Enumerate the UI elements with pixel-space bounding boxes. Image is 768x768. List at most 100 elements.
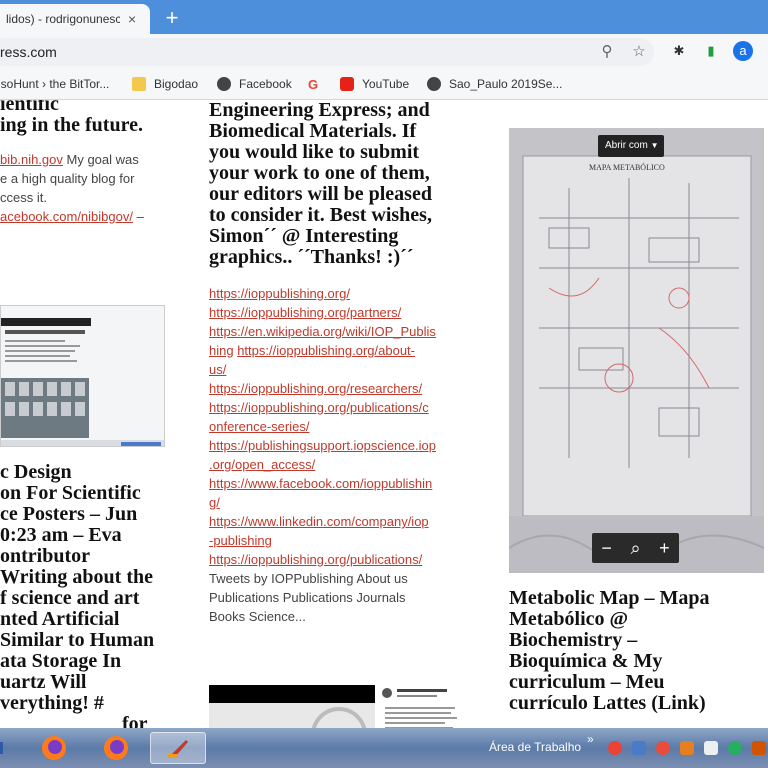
account-icon[interactable]: a <box>733 41 753 61</box>
title-line: currículo Lattes (Link) <box>509 692 706 714</box>
publications-link[interactable]: https://ioppublishing.org/publications/ <box>209 552 422 567</box>
arrow-tray-icon[interactable] <box>704 741 718 755</box>
google-icon: G <box>308 77 319 92</box>
text-line: Engineering Express; and <box>209 100 430 121</box>
wikipedia-link-cont[interactable]: hing <box>209 343 234 358</box>
page-content: ientific ing in the future. bib.nih.gov … <box>0 100 768 728</box>
facebook-iop-link-cont[interactable]: g/ <box>209 495 220 510</box>
comment-text: Engineering Express; and Biomedical Mate… <box>209 100 432 268</box>
bookmark-star-icon[interactable]: ☆ <box>630 43 648 61</box>
title-line: verything! # <box>0 692 104 714</box>
url-text: ress.com <box>0 44 57 60</box>
facebook-link[interactable]: acebook.com/nibibgov/ <box>0 209 133 224</box>
globe-icon <box>217 77 231 91</box>
app-tray-icon[interactable] <box>680 741 694 755</box>
post-thumbnail-bottom[interactable] <box>209 685 467 728</box>
facebook-iop-link[interactable]: https://www.facebook.com/ioppublishin <box>209 476 432 491</box>
article-title-left[interactable]: c Design on For Scientific ce Posters – … <box>0 462 168 714</box>
map-heading: MAPA METABÓLICO <box>589 162 665 172</box>
wikipedia-link[interactable]: https://en.wikipedia.org/wiki/IOP_Publis <box>209 324 436 339</box>
extension-icon[interactable]: ✱ <box>669 41 689 61</box>
signal-bars-icon[interactable]: ▮ <box>701 41 721 61</box>
post-title-fragment[interactable]: ientific ing in the future. <box>0 100 143 136</box>
title-line: Metabolic Map – Mapa <box>509 587 710 609</box>
bookmark-isohunt[interactable]: isoHunt › the BitTor... <box>0 77 109 91</box>
title-line: ing in the future. <box>0 114 143 136</box>
about-us-link-cont[interactable]: us/ <box>209 362 226 377</box>
linkedin-link-cont[interactable]: -publishing <box>209 533 272 548</box>
zoom-out-button[interactable]: − <box>601 538 612 559</box>
link-list: https://ioppublishing.org/ https://ioppu… <box>209 284 467 626</box>
title-line: on For Scientific <box>0 482 141 504</box>
title-line: ata Storage In <box>0 650 122 672</box>
bookmark-label: Bigodao <box>154 77 199 91</box>
post-thumbnail[interactable] <box>0 305 165 447</box>
title-line: 0:23 am – Eva <box>0 524 122 546</box>
post-excerpt: bib.nih.gov My goal was e a high quality… <box>0 150 168 226</box>
tab-close-icon[interactable]: × <box>128 11 136 27</box>
windows-icon[interactable] <box>0 732 8 764</box>
tab-strip: lidos) - rodrigonunesc × + <box>0 0 768 34</box>
zoom-search-icon[interactable]: ⌕ <box>630 538 640 559</box>
title-line: uartz Will <box>0 671 87 693</box>
ioppublishing-link[interactable]: https://ioppublishing.org/ <box>209 286 350 301</box>
open-access-link[interactable]: https://publishingsupport.iopscience.iop <box>209 438 436 453</box>
body-text-line: Books Science... <box>209 609 306 624</box>
about-us-link[interactable]: https://ioppublishing.org/about- <box>237 343 415 358</box>
zoom-in-button[interactable]: + <box>659 538 670 559</box>
metabolic-map-photo: MAPA METABÓLICO <box>509 128 764 573</box>
title-line: nted Artificial <box>0 608 120 630</box>
open-access-link-cont[interactable]: .org/open_access/ <box>209 457 315 472</box>
text-line: graphics.. ´´Thanks! :)´´ <box>209 246 414 268</box>
screenshot-thumbnail-image <box>1 306 164 446</box>
firefox-icon[interactable] <box>34 732 74 764</box>
excerpt-text: My goal was <box>62 152 139 167</box>
ccleaner-icon[interactable] <box>150 732 206 764</box>
bookmark-bigodao[interactable]: Bigodao <box>132 77 198 91</box>
windows-taskbar: Área de Trabalho » <box>0 728 768 768</box>
metabolic-map-image[interactable]: MAPA METABÓLICO Abrir com ▼ − ⌕ + <box>509 128 764 573</box>
bookmark-sao-paulo[interactable]: Sao_Paulo 2019Se... <box>427 77 562 91</box>
bookmark-label: Sao_Paulo 2019Se... <box>449 77 563 91</box>
text-line: to consider it. Best wishes, <box>209 204 432 226</box>
omnibox[interactable]: ress.com ⚲ ☆ <box>0 38 654 66</box>
bookmark-label: isoHunt › the BitTor... <box>0 77 110 91</box>
text-line: Biomedical Materials. If <box>209 120 417 142</box>
bookmark-youtube[interactable]: YouTube <box>340 77 409 91</box>
text-fragment: for <box>122 714 168 728</box>
excerpt-text: – <box>132 209 144 224</box>
text-line: your work to one of them, <box>209 162 430 184</box>
network-tray-icon[interactable] <box>728 741 742 755</box>
excerpt-text: ccess it. <box>0 190 47 205</box>
search-icon[interactable]: ⚲ <box>598 43 616 61</box>
body-text-line: Publications Publications Journals <box>209 590 406 605</box>
open-with-button[interactable]: Abrir com ▼ <box>598 135 664 157</box>
chrome-icon[interactable] <box>608 741 622 755</box>
title-line: ontributor <box>0 545 90 567</box>
article-title-right[interactable]: Metabolic Map – Mapa Metabólico @ Bioche… <box>509 588 768 714</box>
twitter-screenshot-image <box>209 685 457 728</box>
title-line: Metabólico @ <box>509 608 629 630</box>
partners-link[interactable]: https://ioppublishing.org/partners/ <box>209 305 401 320</box>
conference-series-link[interactable]: https://ioppublishing.org/publications/c <box>209 400 429 415</box>
desktop-label[interactable]: Área de Trabalho <box>489 740 581 754</box>
linkedin-link[interactable]: https://www.linkedin.com/company/iop <box>209 514 429 529</box>
bookmark-google[interactable]: G <box>308 77 318 92</box>
caret-down-icon: ▼ <box>650 141 659 150</box>
bookmark-facebook[interactable]: Facebook <box>217 77 292 91</box>
upload-icon[interactable] <box>632 741 646 755</box>
chevron-icon[interactable]: » <box>587 732 594 746</box>
nibib-link[interactable]: bib.nih.gov <box>0 152 63 167</box>
title-line: curriculum – Meu <box>509 671 665 693</box>
zoom-controls: − ⌕ + <box>592 533 679 563</box>
firefox-icon[interactable] <box>96 732 136 764</box>
title-line: f science and art <box>0 587 140 609</box>
conference-series-link-cont[interactable]: onference-series/ <box>209 419 309 434</box>
close-tray-icon[interactable] <box>656 741 670 755</box>
security-tray-icon[interactable] <box>752 741 766 755</box>
browser-tab[interactable]: lidos) - rodrigonunesc × <box>0 4 150 34</box>
title-line: Similar to Human <box>0 629 155 651</box>
tab-title: lidos) - rodrigonunesc <box>6 12 120 26</box>
new-tab-button[interactable]: + <box>160 6 184 30</box>
researchers-link[interactable]: https://ioppublishing.org/researchers/ <box>209 381 422 396</box>
